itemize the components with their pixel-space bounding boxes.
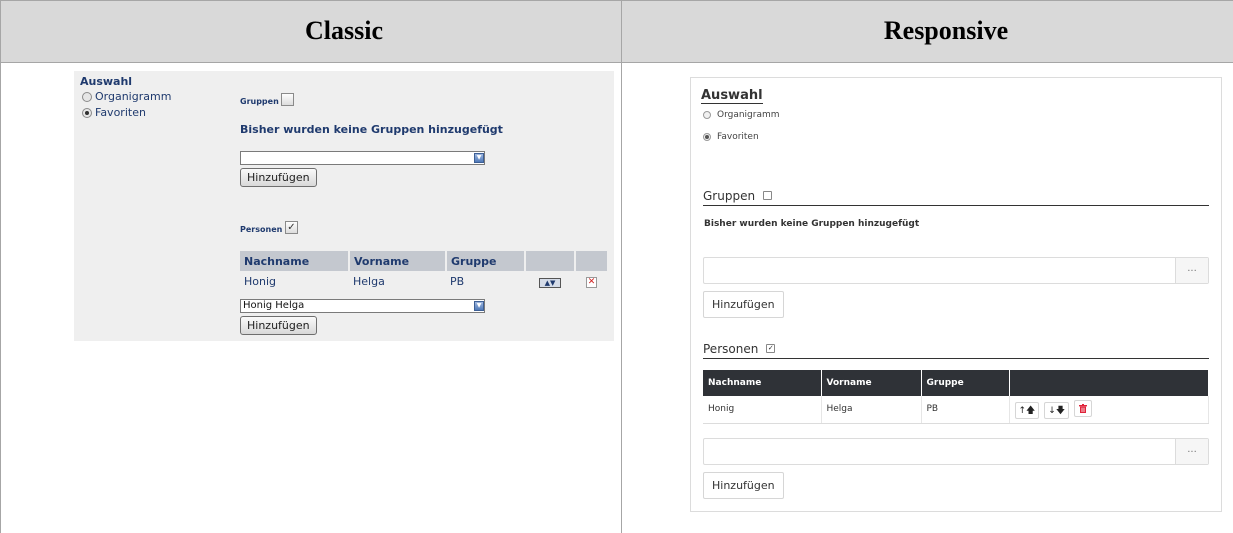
no-groups-message: Bisher wurden keine Gruppen hinzugefügt (240, 123, 503, 136)
personen-label: Personen (240, 225, 283, 234)
groups-browse-button[interactable]: ... (1175, 258, 1208, 283)
personen-checkbox[interactable]: ✓ (766, 344, 776, 353)
persons-add-button[interactable]: Hinzufügen (703, 472, 784, 499)
chevron-down-icon[interactable]: ▼ (474, 301, 484, 311)
arrow-up-icon: ↑🡅 (1018, 405, 1036, 416)
groups-input[interactable]: ... (703, 257, 1209, 284)
column-header-nachname: Nachname (703, 370, 822, 396)
radio-label: Organigramm (717, 110, 780, 120)
cell-nachname: Honig (240, 271, 349, 291)
radio-label: Organigramm (95, 90, 172, 103)
responsive-panel: Auswahl Organigramm Favoriten Gruppen Bi… (690, 77, 1222, 512)
column-header-vorname: Vorname (349, 251, 447, 271)
groups-select[interactable] (240, 151, 485, 165)
persons-add-button[interactable]: Hinzufügen (240, 316, 317, 335)
column-header-vorname: Vorname (821, 370, 922, 396)
persons-select[interactable]: Honig Helga (240, 299, 485, 313)
radio-organigramm[interactable]: Organigramm (82, 90, 171, 103)
responsive-persons-table: Nachname Vorname Gruppe Honig Helga PB ↑… (703, 370, 1209, 424)
personen-label: Personen (703, 341, 759, 356)
column-header-gruppe: Gruppe (446, 251, 526, 271)
radio-label: Favoriten (717, 132, 759, 142)
gruppen-checkbox[interactable] (281, 93, 294, 106)
gruppen-label: Gruppen (703, 188, 756, 203)
column-header-gruppe: Gruppe (921, 370, 1010, 396)
table-row: Honig Helga PB ↑🡅 ↓🡇 (703, 396, 1209, 424)
classic-persons-table: Nachname Vorname Gruppe Honig Helga PB ▲… (240, 251, 609, 291)
table-row: Honig Helga PB ▲▼ ✕ (240, 271, 608, 291)
groups-add-button[interactable]: Hinzufügen (703, 291, 784, 318)
column-header-move (525, 251, 576, 271)
gruppen-label: Gruppen (240, 97, 279, 106)
move-up-button[interactable]: ↑🡅 (1014, 402, 1040, 419)
gruppen-legend: Gruppen (703, 186, 1209, 206)
cell-vorname: Helga (821, 396, 922, 424)
cell-move: ▲▼ (525, 271, 575, 291)
groups-add-button[interactable]: Hinzufügen (240, 168, 317, 187)
cell-gruppe: PB (446, 271, 525, 291)
radio-selected-icon[interactable] (703, 133, 711, 141)
move-up-down-icon[interactable]: ▲▼ (539, 277, 561, 288)
cell-delete: ✕ (575, 271, 608, 291)
column-header-delete (575, 251, 609, 271)
classic-panel: Auswahl Organigramm Favoriten Gruppen Bi… (74, 71, 614, 341)
classic-column-title: Classic (305, 16, 383, 45)
radio-icon[interactable] (703, 111, 711, 119)
responsive-column-title: Responsive (883, 16, 1009, 45)
cell-actions: ↑🡅 ↓🡇 (1009, 396, 1209, 424)
table-left-border (0, 0, 1, 533)
radio-organigramm[interactable]: Organigramm (703, 110, 780, 120)
trash-icon (1079, 403, 1088, 413)
radio-label: Favoriten (95, 106, 146, 119)
auswahl-heading: Auswahl (80, 75, 133, 88)
column-header-nachname: Nachname (240, 251, 350, 271)
delete-icon[interactable]: ✕ (586, 277, 597, 288)
no-groups-message: Bisher wurden keine Gruppen hinzugefügt (704, 219, 920, 229)
persons-browse-button[interactable]: ... (1175, 439, 1208, 464)
delete-button[interactable] (1074, 399, 1093, 417)
comparison-header: Classic Responsive (0, 0, 1233, 63)
chevron-down-icon[interactable]: ▼ (474, 153, 484, 163)
column-divider (621, 0, 622, 533)
radio-selected-icon[interactable] (82, 107, 92, 118)
persons-input[interactable]: ... (703, 438, 1209, 465)
radio-favoriten[interactable]: Favoriten (82, 106, 146, 119)
arrow-down-icon: ↓🡇 (1048, 405, 1066, 416)
personen-checkbox[interactable]: ✓ (285, 221, 298, 234)
radio-icon[interactable] (82, 91, 92, 102)
gruppen-checkbox[interactable] (763, 191, 773, 200)
cell-nachname: Honig (703, 396, 822, 424)
move-down-button[interactable]: ↓🡇 (1044, 402, 1070, 419)
auswahl-heading: Auswahl (701, 88, 763, 104)
column-header-actions (1009, 370, 1209, 396)
radio-favoriten[interactable]: Favoriten (703, 132, 759, 142)
cell-gruppe: PB (921, 396, 1010, 424)
personen-legend: Personen ✓ (703, 339, 1209, 359)
cell-vorname: Helga (349, 271, 446, 291)
